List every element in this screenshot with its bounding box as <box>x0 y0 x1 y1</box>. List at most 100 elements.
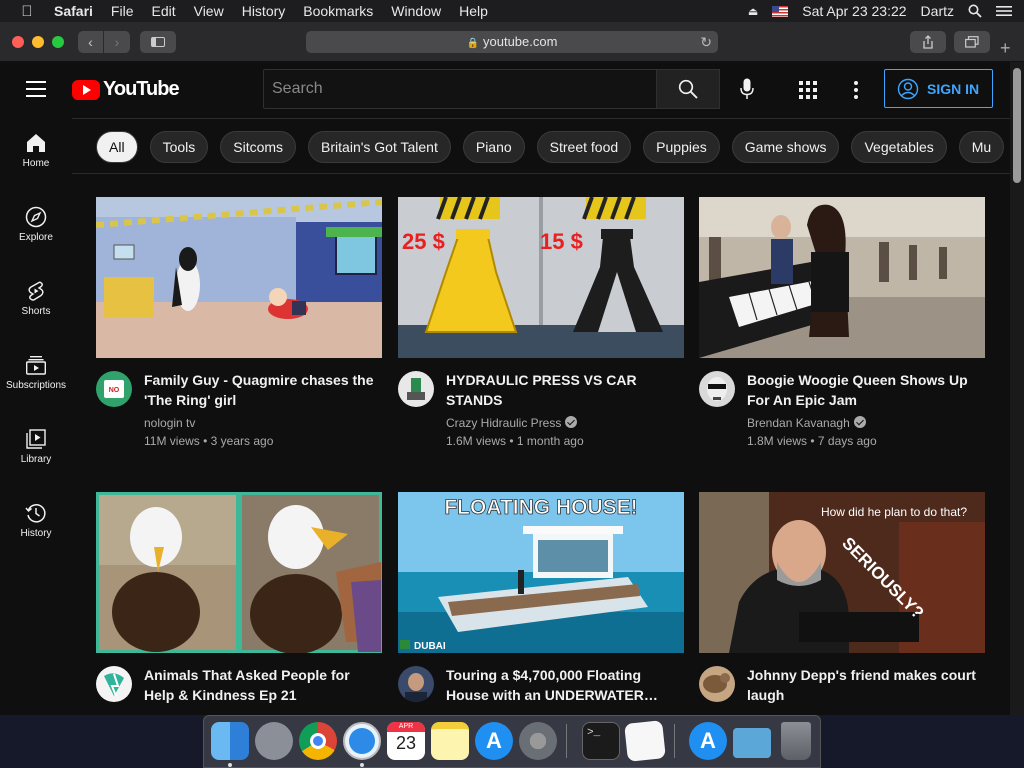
chip-britains-got-talent[interactable]: Britain's Got Talent <box>308 131 451 163</box>
system-preferences-icon[interactable] <box>519 722 557 760</box>
menu-clock[interactable]: Sat Apr 23 23:22 <box>802 3 906 19</box>
eject-icon[interactable]: ⏏ <box>748 5 758 18</box>
view-count: 11M views <box>144 434 200 448</box>
forward-button[interactable]: › <box>104 31 130 53</box>
video-thumbnail[interactable] <box>96 492 382 653</box>
apps-grid-icon[interactable] <box>796 78 820 102</box>
channel-name[interactable]: Crazy Hidraulic Press <box>446 416 578 430</box>
scrollbar-thumb[interactable] <box>1013 68 1021 183</box>
channel-avatar[interactable] <box>398 666 434 702</box>
menu-bookmarks[interactable]: Bookmarks <box>303 3 373 19</box>
trash-icon[interactable] <box>781 722 811 760</box>
apple-menu-icon[interactable]:  <box>12 3 42 20</box>
sidebar-item-home[interactable]: Home <box>0 118 72 192</box>
sidebar-item-shorts[interactable]: Shorts <box>0 266 72 340</box>
video-title[interactable]: Animals That Asked People for Help & Kin… <box>144 665 380 705</box>
video-card[interactable]: How did he plan to do that? SERIOUSLY? J… <box>699 492 985 715</box>
input-source-flag-icon[interactable] <box>772 5 789 17</box>
menu-user[interactable]: Dartz <box>921 3 954 19</box>
app-store-icon[interactable]: A <box>475 722 513 760</box>
sidebar-item-explore[interactable]: Explore <box>0 192 72 266</box>
video-card[interactable]: FLOATING HOUSE! DUBAI Touring a $4,700,0… <box>398 492 684 715</box>
finder-icon[interactable] <box>211 722 249 760</box>
chip-music[interactable]: Mu <box>958 131 1005 163</box>
thumb-price-right: 15 $ <box>540 229 583 254</box>
chip-vegetables[interactable]: Vegetables <box>851 131 947 163</box>
close-window-button[interactable] <box>12 36 24 48</box>
video-title[interactable]: HYDRAULIC PRESS VS CAR STANDS <box>446 370 682 410</box>
chip-sitcoms[interactable]: Sitcoms <box>220 131 297 163</box>
menu-window[interactable]: Window <box>391 3 441 19</box>
sign-in-button[interactable]: SIGN IN <box>884 69 993 108</box>
video-thumbnail[interactable]: 25 $ 15 $ <box>398 197 684 358</box>
video-title[interactable]: Family Guy - Quagmire chases the 'The Ri… <box>144 370 380 410</box>
page-scrollbar[interactable] <box>1010 62 1024 715</box>
channel-avatar[interactable] <box>699 666 735 702</box>
video-card[interactable]: Boogie Woogie Queen Shows Up For An Epic… <box>699 197 985 470</box>
chip-piano[interactable]: Piano <box>462 131 525 163</box>
channel-name-text[interactable]: Brendan Kavanagh <box>747 416 850 430</box>
textedit-icon[interactable] <box>624 720 666 762</box>
chip-puppies[interactable]: Puppies <box>643 131 720 163</box>
chip-street-food[interactable]: Street food <box>536 131 632 163</box>
notes-icon[interactable] <box>431 722 469 760</box>
hamburger-menu-icon[interactable] <box>26 81 46 97</box>
menu-help[interactable]: Help <box>459 3 488 19</box>
video-thumbnail[interactable]: How did he plan to do that? SERIOUSLY? <box>699 492 985 653</box>
tab-overview-button[interactable] <box>954 31 990 53</box>
menu-history[interactable]: History <box>242 3 286 19</box>
app-store-folder-icon[interactable]: A <box>689 722 727 760</box>
launchpad-icon[interactable] <box>255 722 293 760</box>
video-thumbnail[interactable] <box>699 197 985 358</box>
menu-view[interactable]: View <box>194 3 224 19</box>
video-stats: 1.6M views • 1 month ago <box>446 434 584 448</box>
video-card[interactable]: 25 $ 15 $ HYDRAULIC PRESS VS CAR STANDS … <box>398 197 684 470</box>
chip-all[interactable]: All <box>96 131 138 163</box>
voice-search-button[interactable] <box>728 70 766 108</box>
minimize-window-button[interactable] <box>32 36 44 48</box>
chip-game-shows[interactable]: Game shows <box>731 131 840 163</box>
chrome-icon[interactable] <box>299 722 337 760</box>
safari-icon[interactable] <box>343 722 381 760</box>
control-center-icon[interactable] <box>996 5 1012 17</box>
video-title[interactable]: Johnny Depp's friend makes court laugh <box>747 665 983 705</box>
terminal-icon[interactable]: >_ <box>582 722 620 760</box>
new-tab-button[interactable]: + <box>1000 38 1011 58</box>
address-bar[interactable]: 🔒 youtube.com ↻ <box>306 31 718 53</box>
calendar-icon[interactable]: APR 23 <box>387 722 425 760</box>
share-button[interactable] <box>910 31 946 53</box>
menu-edit[interactable]: Edit <box>151 3 175 19</box>
view-count: 1.6M views <box>446 434 507 448</box>
sidebar-item-subscriptions[interactable]: Subscriptions <box>0 340 72 414</box>
reload-icon[interactable]: ↻ <box>700 31 712 53</box>
youtube-logo[interactable]: YouTube <box>72 78 180 101</box>
sidebar-item-library[interactable]: Library <box>0 414 72 488</box>
back-button[interactable]: ‹ <box>78 31 104 53</box>
channel-name-text[interactable]: nologin tv <box>144 416 195 430</box>
menu-app-name[interactable]: Safari <box>54 3 93 19</box>
spotlight-search-icon[interactable] <box>968 4 982 18</box>
menu-file[interactable]: File <box>111 3 134 19</box>
channel-name-text[interactable]: Crazy Hidraulic Press <box>446 416 561 430</box>
channel-avatar[interactable]: NO <box>96 371 132 407</box>
channel-name[interactable]: nologin tv <box>144 416 195 430</box>
calendar-month: APR <box>387 722 425 732</box>
sidebar-item-history[interactable]: History <box>0 488 72 562</box>
channel-avatar[interactable] <box>398 371 434 407</box>
video-title[interactable]: Touring a $4,700,000 Floating House with… <box>446 665 682 705</box>
video-thumbnail[interactable]: FLOATING HOUSE! DUBAI <box>398 492 684 653</box>
zoom-window-button[interactable] <box>52 36 64 48</box>
chip-tools[interactable]: Tools <box>149 131 209 163</box>
channel-avatar[interactable] <box>96 666 132 702</box>
search-input[interactable]: Search <box>263 69 657 109</box>
video-thumbnail[interactable] <box>96 197 382 358</box>
search-button[interactable] <box>657 69 720 109</box>
channel-name[interactable]: Brendan Kavanagh <box>747 416 866 430</box>
video-card[interactable]: Animals That Asked People for Help & Kin… <box>96 492 382 715</box>
video-card[interactable]: NO Family Guy - Quagmire chases the 'The… <box>96 197 382 470</box>
folder-icon[interactable] <box>733 728 771 758</box>
more-options-icon[interactable] <box>846 78 866 102</box>
video-title[interactable]: Boogie Woogie Queen Shows Up For An Epic… <box>747 370 983 410</box>
sidebar-toggle-button[interactable] <box>140 31 176 53</box>
channel-avatar[interactable] <box>699 371 735 407</box>
